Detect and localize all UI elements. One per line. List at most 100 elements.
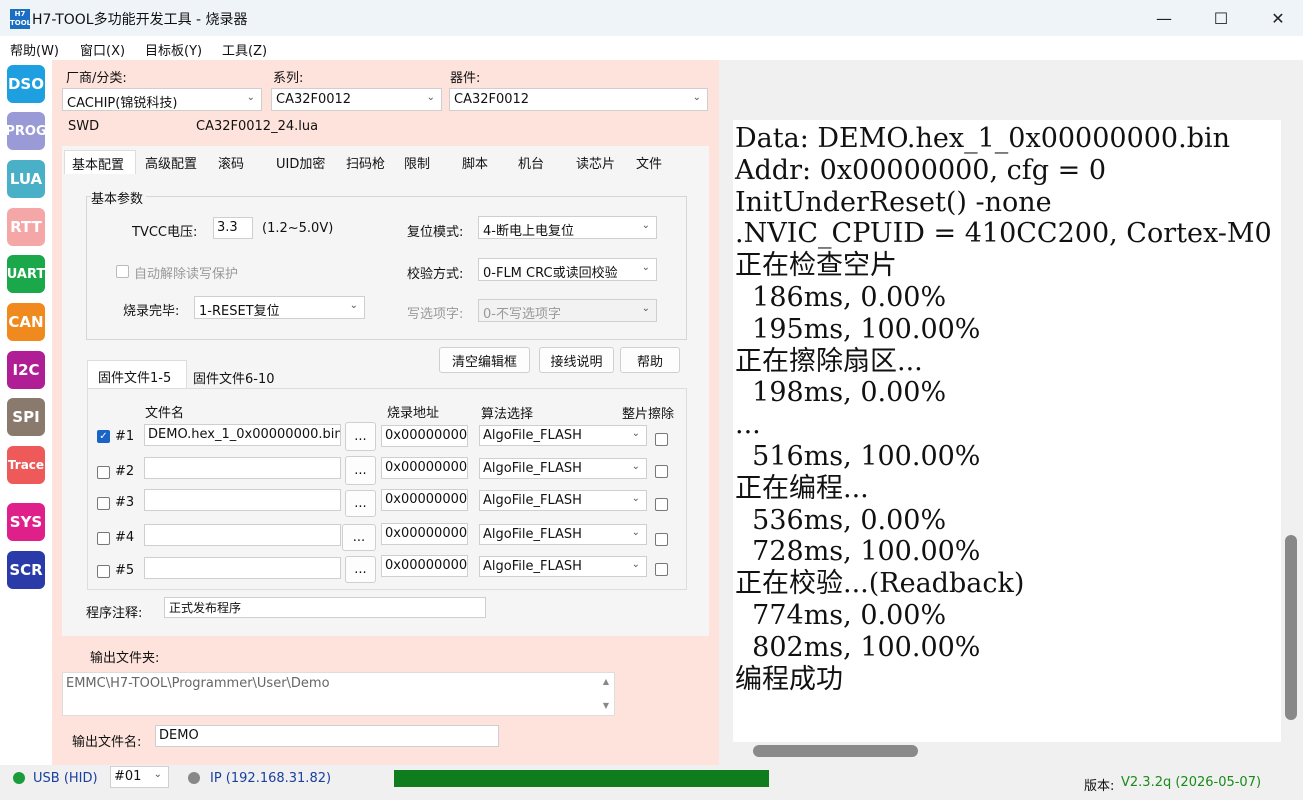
sidebar-i2c-button[interactable]: I2C	[7, 351, 45, 389]
vendor-select[interactable]: CACHIP(锦锐科技) ⌄	[62, 88, 262, 111]
chip-erase-checkbox-3[interactable]	[655, 498, 668, 511]
close-button[interactable]: ✕	[1255, 0, 1301, 36]
menu-target[interactable]: 目标板(Y)	[145, 40, 202, 59]
note-label: 程序注释:	[86, 606, 143, 621]
tab-script[interactable]: 脚本	[462, 150, 488, 174]
reset-mode-select[interactable]: 4-断电上电复位 ⌄	[478, 216, 657, 239]
file-enable-checkbox-3[interactable]	[97, 497, 110, 510]
tab-machine[interactable]: 机台	[518, 150, 544, 174]
algo-select-2[interactable]: AlgoFile_FLASH ⌄	[479, 458, 647, 479]
sidebar-uart-button[interactable]: UART	[7, 255, 45, 293]
maximize-button[interactable]: ☐	[1198, 0, 1244, 36]
tab-scanner[interactable]: 扫码枪	[346, 150, 385, 174]
algo-select-4[interactable]: AlgoFile_FLASH ⌄	[479, 524, 647, 545]
chevron-down-icon: ⌄	[349, 300, 358, 311]
algo-select-1[interactable]: AlgoFile_FLASH ⌄	[479, 425, 647, 446]
sidebar-can-button[interactable]: CAN	[7, 303, 45, 341]
chip-erase-checkbox-2[interactable]	[655, 465, 668, 478]
help-button[interactable]: 帮助	[620, 347, 680, 373]
auto-unlock-checkbox[interactable]	[116, 265, 129, 278]
output-folder-box[interactable]: EMMC\H7-TOOL\Programmer\User\Demo ▲ ▼	[62, 672, 615, 716]
browse-button-5[interactable]: ...	[345, 556, 376, 583]
chip-select[interactable]: CA32F0012 ⌄	[449, 88, 708, 111]
menu-tools[interactable]: 工具(Z)	[222, 40, 267, 59]
sidebar-spi-button[interactable]: SPI	[7, 398, 45, 436]
chevron-down-icon: ⌄	[631, 493, 640, 504]
menu-help[interactable]: 帮助(W)	[10, 40, 59, 59]
sidebar-sys-button[interactable]: SYS	[7, 503, 45, 541]
file-path-input-5[interactable]	[144, 557, 341, 579]
minimize-button[interactable]: —	[1141, 0, 1187, 36]
row-id-1: #1	[115, 429, 135, 444]
tvcc-input[interactable]: 3.3	[213, 217, 253, 239]
tab-read-chip[interactable]: 读芯片	[576, 150, 615, 174]
sidebar-prog-button[interactable]: PROG	[5, 112, 47, 150]
scroll-down-icon[interactable]: ▼	[603, 701, 609, 710]
tab-basic[interactable]: 基本配置	[64, 150, 136, 174]
note-input[interactable]: 正式发布程序	[164, 597, 486, 618]
finish-select[interactable]: 1-RESET复位 ⌄	[194, 296, 365, 319]
output-name-input[interactable]: DEMO	[155, 725, 499, 747]
console-output[interactable]: Data: DEMO.hex_1_0x00000000.bin Addr: 0x0…	[733, 120, 1281, 742]
file-enable-checkbox-2[interactable]	[97, 466, 110, 479]
scroll-up-icon[interactable]: ▲	[603, 677, 609, 686]
chevron-down-icon: ⌄	[153, 769, 162, 780]
menu-window[interactable]: 窗口(X)	[80, 40, 125, 59]
file-enable-checkbox-1[interactable]: ✓	[97, 430, 110, 443]
chevron-down-icon: ⌄	[631, 461, 640, 472]
sidebar-trace-button[interactable]: Trace	[7, 446, 45, 484]
tab-firmware-6-10[interactable]: 固件文件6-10	[193, 368, 275, 387]
wiring-help-button[interactable]: 接线说明	[539, 347, 614, 373]
tab-file[interactable]: 文件	[636, 150, 662, 174]
tab-limit[interactable]: 限制	[404, 150, 430, 174]
file-path-input-1[interactable]: DEMO.hex_1_0x00000000.bin	[144, 424, 341, 446]
console-line: 编程成功	[735, 663, 843, 695]
series-select[interactable]: CA32F0012 ⌄	[271, 88, 442, 111]
address-input-1[interactable]: 0x00000000	[381, 425, 468, 447]
address-input-2[interactable]: 0x00000000	[381, 457, 468, 479]
chevron-down-icon: ⌄	[641, 262, 650, 273]
tab-rolling-code[interactable]: 滚码	[218, 150, 244, 174]
sidebar-scr-button[interactable]: SCR	[7, 551, 45, 589]
console-vertical-scrollbar[interactable]	[1285, 535, 1297, 720]
chevron-down-icon: ⌄	[631, 428, 640, 439]
file-path-input-2[interactable]	[144, 457, 341, 479]
window-title: H7-TOOL多功能开发工具 - 烧录器	[32, 12, 248, 28]
console-line: ...	[735, 409, 761, 441]
algo-select-3[interactable]: AlgoFile_FLASH ⌄	[479, 490, 647, 511]
menu-bar: 帮助(W) 窗口(X) 目标板(Y) 工具(Z)	[0, 36, 1303, 60]
console-line: 186ms, 0.00%	[735, 281, 947, 313]
chip-erase-checkbox-4[interactable]	[655, 533, 668, 546]
file-enable-checkbox-4[interactable]	[97, 532, 110, 545]
browse-button-3[interactable]: ...	[345, 490, 376, 517]
address-input-5[interactable]: 0x00000000	[381, 555, 468, 577]
file-enable-checkbox-5[interactable]	[97, 565, 110, 578]
browse-button-1[interactable]: ...	[345, 422, 376, 451]
clear-editor-button[interactable]: 清空编辑框	[439, 347, 530, 373]
browse-button-4[interactable]: ...	[342, 524, 376, 551]
tab-firmware-1-5[interactable]: 固件文件1-5	[87, 360, 187, 388]
tab-advanced[interactable]: 高级配置	[145, 150, 197, 174]
sidebar: DSO PROG LUA RTT UART CAN I2C SPI Trace …	[0, 60, 52, 765]
file-path-input-4[interactable]	[144, 524, 341, 546]
option-bytes-select[interactable]: 0-不写选项字 ⌄	[478, 299, 657, 322]
chip-erase-checkbox-5[interactable]	[655, 563, 668, 576]
tab-uid-encrypt[interactable]: UID加密	[276, 150, 325, 174]
sidebar-rtt-button[interactable]: RTT	[7, 208, 45, 246]
console-horizontal-scrollbar[interactable]	[753, 745, 918, 757]
sidebar-dso-button[interactable]: DSO	[7, 65, 45, 103]
verify-select[interactable]: 0-FLM CRC或读回校验 ⌄	[478, 258, 657, 281]
sidebar-lua-button[interactable]: LUA	[7, 160, 45, 198]
reset-mode-label: 复位模式:	[407, 225, 464, 240]
chip-erase-checkbox-1[interactable]	[655, 433, 668, 446]
browse-button-2[interactable]: ...	[345, 456, 376, 485]
header-address: 烧录地址	[387, 406, 440, 421]
auto-unlock-label: 自动解除读写保护	[134, 267, 239, 282]
algo-select-5[interactable]: AlgoFile_FLASH ⌄	[479, 556, 647, 577]
file-path-input-3[interactable]	[144, 489, 341, 511]
device-number-select[interactable]: #01 ⌄	[110, 766, 169, 788]
address-input-4[interactable]: 0x00000000	[381, 523, 468, 545]
tvcc-range-text: (1.2~5.0V)	[262, 221, 334, 236]
address-input-3[interactable]: 0x00000000	[381, 489, 468, 511]
console-line: 195ms, 100.00%	[735, 313, 981, 345]
